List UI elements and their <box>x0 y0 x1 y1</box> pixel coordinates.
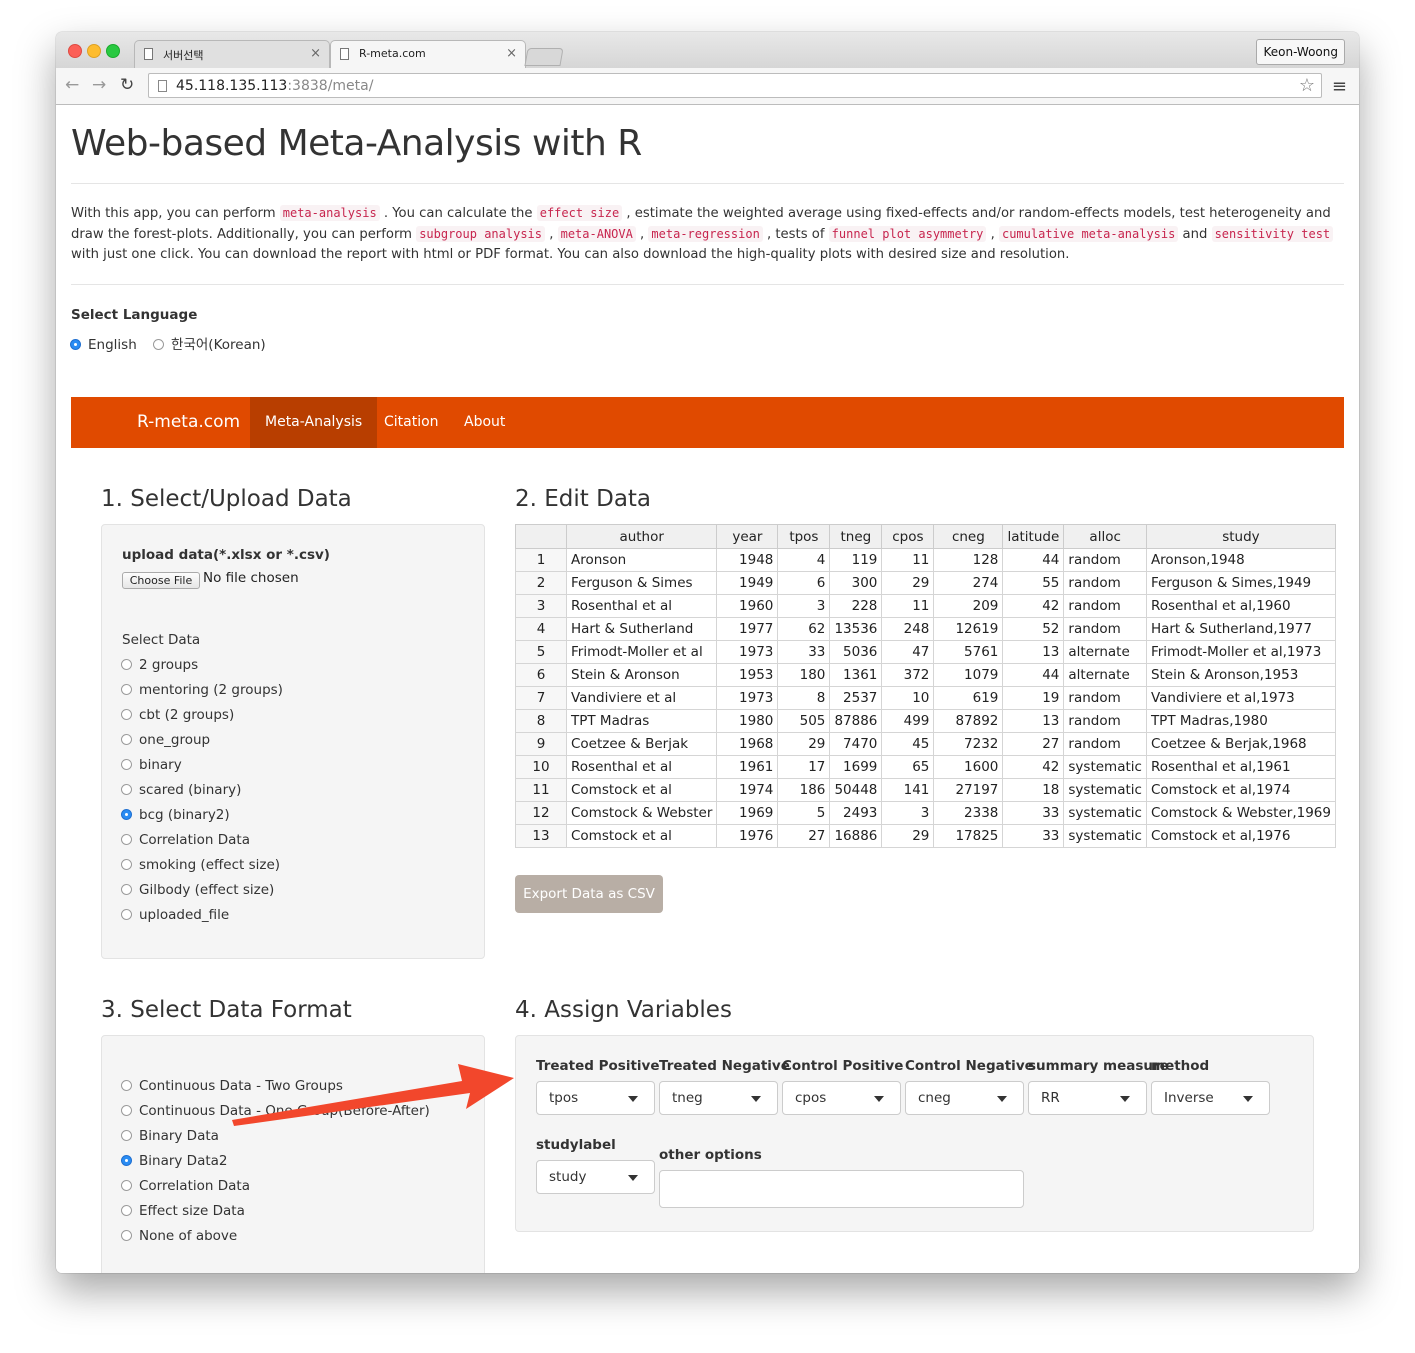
annotation-arrow-icon <box>232 1064 514 1126</box>
